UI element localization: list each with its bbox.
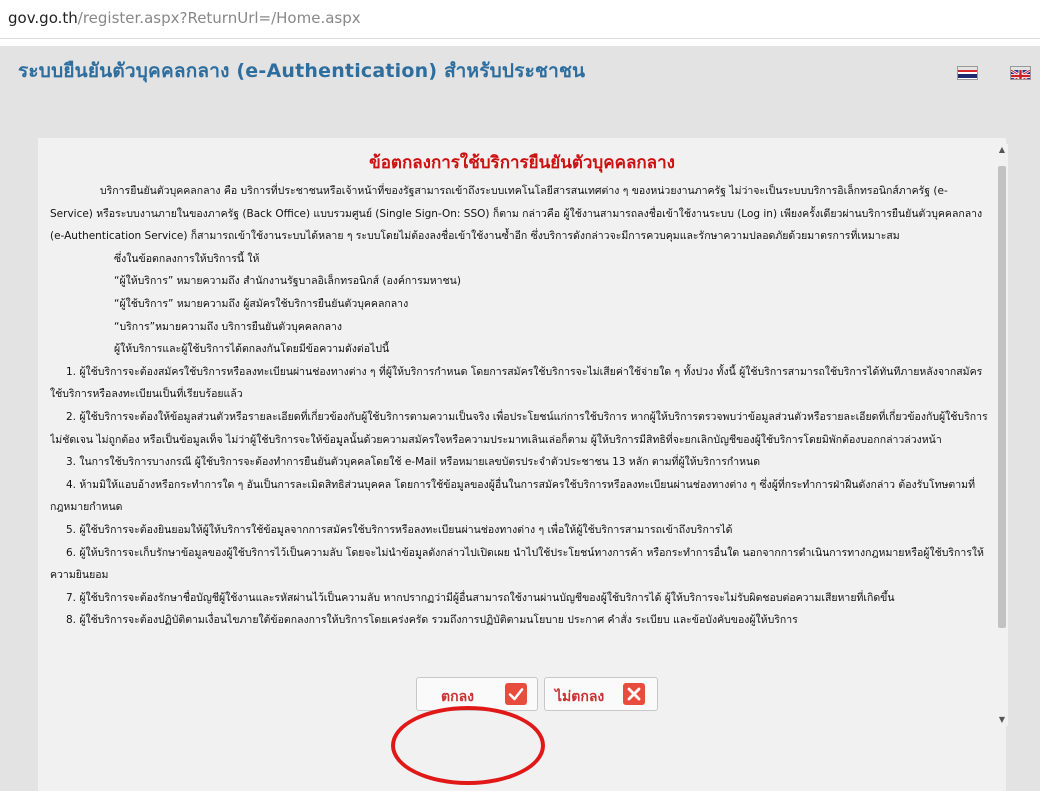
x-icon [623,683,645,705]
scroll-down-arrow-icon[interactable]: ▼ [996,714,1008,726]
accept-button[interactable]: ตกลง [416,677,538,711]
url-host: gov.go.th [8,9,78,27]
terms-clause: 1. ผู้ใช้บริการจะต้องสมัครใช้บริการหรือล… [50,365,983,401]
decline-button-label: ไม่ตกลง [555,689,605,705]
decline-button[interactable]: ไม่ตกลง [544,677,658,711]
site-header: ระบบยืนยันตัวบุคคลกลาง (e-Authentication… [0,46,1040,94]
thai-flag-icon[interactable] [957,66,978,80]
scroll-thumb[interactable] [998,166,1006,628]
terms-clause: 3. ในการใช้บริการบางกรณี ผู้ใช้บริการจะต… [66,456,761,469]
scroll-up-arrow-icon[interactable]: ▲ [996,144,1008,156]
address-bar[interactable]: gov.go.th/register.aspx?ReturnUrl=/Home.… [0,0,1040,39]
terms-clause: 7. ผู้ใช้บริการจะต้องรักษาชื่อบัญชีผู้ใช… [66,591,895,604]
terms-definition: ซึ่งในข้อตกลงการให้บริการนี้ ให้ [114,252,260,265]
terms-title: ข้อตกลงการใช้บริการยืนยันตัวบุคคลกลาง [369,153,675,173]
terms-definition: “บริการ”หมายความถึง บริการยืนยันตัวบุคคล… [114,320,343,333]
terms-scroll-area[interactable]: บริการยืนยันตัวบุคคลกลาง คือ บริการที่ปร… [50,180,1006,743]
terms-definition: ผู้ให้บริการและผู้ใช้บริการได้ตกลงกันโดย… [114,343,390,356]
terms-clause: 5. ผู้ใช้บริการจะต้องยินยอมให้ผู้ให้บริก… [66,523,733,536]
checkmark-icon [505,683,527,705]
terms-definition: “ผู้ใช้บริการ” หมายความถึง ผู้สมัครใช้บร… [114,297,409,310]
terms-scrollbar[interactable]: ▲ ▼ [996,144,1008,726]
uk-flag-icon[interactable] [1010,66,1031,80]
terms-definition: “ผู้ให้บริการ” หมายความถึง สำนักงานรัฐบา… [114,275,461,288]
url-text[interactable]: gov.go.th/register.aspx?ReturnUrl=/Home.… [8,9,361,27]
terms-clause: 4. ห้ามมิให้แอบอ้างหรือกระทำการใด ๆ อันเ… [50,478,975,514]
terms-clause: 2. ผู้ใช้บริการจะต้องให้ข้อมูลส่วนตัวหรื… [50,410,988,446]
url-path: /register.aspx?ReturnUrl=/Home.aspx [77,9,361,27]
terms-intro: บริการยืนยันตัวบุคคลกลาง คือ บริการที่ปร… [50,185,983,243]
accept-button-label: ตกลง [441,689,474,705]
terms-clause: 8. ผู้ใช้บริการจะต้องปฏิบัติตามเงื่อนไขภ… [66,614,798,627]
site-title: ระบบยืนยันตัวบุคคลกลาง (e-Authentication… [18,60,586,82]
terms-clause: 6. ผู้ให้บริการจะเก็บรักษาข้อมูลของผู้ใช… [50,546,984,582]
terms-text: บริการยืนยันตัวบุคคลกลาง คือ บริการที่ปร… [50,180,988,743]
